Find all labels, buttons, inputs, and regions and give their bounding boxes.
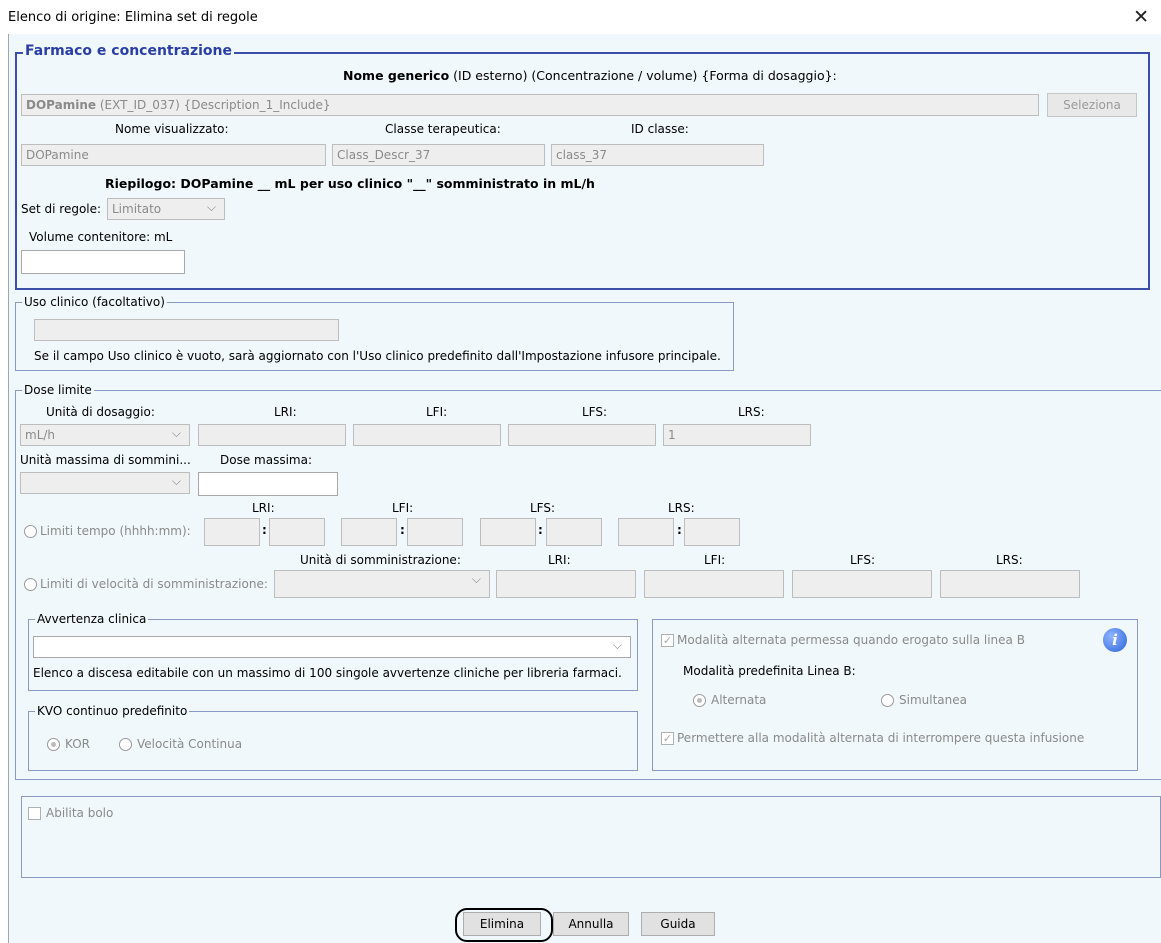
lri-field[interactable] (198, 424, 346, 446)
max-dose-label: Dose massima: (220, 453, 312, 467)
display-name-label: Nome visualizzato: (115, 122, 229, 136)
kvo-section: KVO continuo predefinito KOR Velocità Co… (28, 704, 638, 771)
display-name-field[interactable]: DOPamine (21, 144, 326, 166)
drug-concentration-section: Farmaco e concentrazione Nome generico (… (15, 44, 1150, 290)
dose-limits-section: Dose limite Unità di dosaggio: LRI: LFI:… (15, 383, 1161, 780)
container-volume-field[interactable] (21, 250, 185, 274)
kvo-kor-radio[interactable] (47, 738, 60, 751)
admin-unit-select[interactable] (274, 570, 490, 598)
bolus-section: Abilita bolo (21, 796, 1161, 878)
section-legend: Farmaco e concentrazione (23, 43, 235, 59)
generic-name-header: Nome generico (ID esterno) (Concentrazio… (343, 68, 837, 83)
ruleset-label: Set di regole: (21, 202, 102, 216)
alternate-label: Alternata (711, 693, 767, 707)
summary-text: Riepilogo: DOPamine __ mL per uso clinic… (105, 176, 595, 191)
allow-interrupt-checkbox[interactable]: ✓ (661, 732, 674, 745)
time-lri-label: LRI: (252, 501, 275, 515)
clinical-use-note: Se il campo Uso clinico è vuoto, sarà ag… (34, 349, 721, 363)
max-unit-select[interactable] (20, 472, 190, 494)
time-colon: : (400, 523, 405, 537)
lfi-label: LFI: (426, 405, 448, 419)
time-lrs-minutes[interactable] (684, 518, 740, 546)
section-legend: KVO continuo predefinito (35, 704, 190, 718)
dosing-unit-select[interactable]: mL/h (20, 424, 190, 446)
kvo-kor-label: KOR (65, 737, 90, 751)
cancel-button[interactable]: Annulla (553, 912, 629, 936)
window-title: Elenco di origine: Elimina set di regole (8, 10, 258, 25)
time-lfi-minutes[interactable] (407, 518, 463, 546)
section-legend: Avvertenza clinica (35, 612, 149, 626)
time-lrs-hours[interactable] (618, 518, 674, 546)
kvo-continuous-label: Velocità Continua (137, 737, 243, 751)
rate-lri-field[interactable] (496, 570, 636, 598)
class-id-label: ID classe: (631, 122, 689, 136)
max-dose-field[interactable] (198, 472, 338, 496)
alt-allowed-checkbox[interactable]: ✓ (661, 634, 674, 647)
rate-lfi-label: LFI: (704, 553, 726, 567)
rate-lri-label: LRI: (548, 553, 571, 567)
time-colon: : (262, 523, 267, 537)
lrs-field[interactable]: 1 (663, 424, 811, 446)
rate-lfs-label: LFS: (850, 553, 876, 567)
clinical-warning-section: Avvertenza clinica Elenco a discesa edit… (28, 612, 638, 691)
rate-lrs-label: LRS: (996, 553, 1023, 567)
time-colon: : (677, 523, 682, 537)
alternate-radio[interactable] (693, 694, 706, 707)
select-button[interactable]: Seleziona (1047, 93, 1137, 117)
delete-button[interactable]: Elimina (463, 912, 541, 936)
rate-limits-radio[interactable] (24, 578, 37, 591)
dosing-unit-label: Unità di dosaggio: (46, 405, 155, 419)
line-b-section: ✓ Modalità alternata permessa quando ero… (652, 619, 1138, 771)
bolus-label: Abilita bolo (46, 806, 114, 820)
lfs-field[interactable] (508, 424, 656, 446)
time-limits-radio[interactable] (24, 525, 37, 538)
time-limits-label: Limiti tempo (hhhh:mm): (40, 524, 191, 538)
admin-unit-label: Unità di somministrazione: (300, 553, 461, 567)
class-label: Classe terapeutica: (385, 122, 501, 136)
section-legend: Dose limite (22, 383, 94, 397)
rate-limits-label: Limiti di velocità di somministrazione: (40, 577, 268, 591)
rate-lrs-field[interactable] (940, 570, 1080, 598)
alt-allowed-label: Modalità alternata permessa quando eroga… (677, 633, 1025, 647)
time-lfs-minutes[interactable] (546, 518, 602, 546)
rate-lfi-field[interactable] (644, 570, 784, 598)
simultaneous-radio[interactable] (881, 694, 894, 707)
info-icon[interactable]: i (1103, 628, 1127, 652)
time-lri-hours[interactable] (204, 518, 260, 546)
allow-interrupt-label: Permettere alla modalità alternata di in… (677, 731, 1085, 745)
time-lrs-label: LRS: (668, 501, 695, 515)
close-icon[interactable]: ✕ (1133, 6, 1149, 28)
class-field[interactable]: Class_Descr_37 (332, 144, 545, 166)
time-lfi-label: LFI: (392, 501, 414, 515)
lrs-label: LRS: (738, 405, 765, 419)
clinical-use-field[interactable] (34, 319, 339, 341)
rate-lfs-field[interactable] (792, 570, 932, 598)
max-unit-label: Unità massima di sommini... (20, 453, 191, 467)
bolus-checkbox[interactable] (28, 807, 41, 820)
default-mode-label: Modalità predefinita Linea B: (683, 664, 856, 678)
clinical-use-section: Uso clinico (facoltativo) Se il campo Us… (15, 295, 734, 371)
time-lfs-hours[interactable] (480, 518, 536, 546)
ruleset-select[interactable]: Limitato (107, 198, 225, 220)
help-button[interactable]: Guida (641, 912, 715, 936)
lfi-field[interactable] (353, 424, 501, 446)
time-lfi-hours[interactable] (341, 518, 397, 546)
kvo-continuous-radio[interactable] (119, 738, 132, 751)
dialog-body: Farmaco e concentrazione Nome generico (… (8, 34, 1161, 943)
time-lri-minutes[interactable] (269, 518, 325, 546)
clinical-warning-note: Elenco a discesa editabile con un massim… (33, 666, 622, 680)
generic-name-field[interactable]: DOPamine (EXT_ID_037) {Description_1_Inc… (21, 94, 1039, 116)
lri-label: LRI: (274, 405, 297, 419)
time-colon: : (538, 523, 543, 537)
section-legend: Uso clinico (facoltativo) (22, 295, 167, 309)
time-lfs-label: LFS: (530, 501, 556, 515)
simultaneous-label: Simultanea (899, 693, 967, 707)
class-id-field[interactable]: class_37 (551, 144, 764, 166)
lfs-label: LFS: (582, 405, 608, 419)
clinical-warning-combo[interactable] (33, 636, 631, 658)
container-volume-label: Volume contenitore: mL (29, 230, 173, 244)
